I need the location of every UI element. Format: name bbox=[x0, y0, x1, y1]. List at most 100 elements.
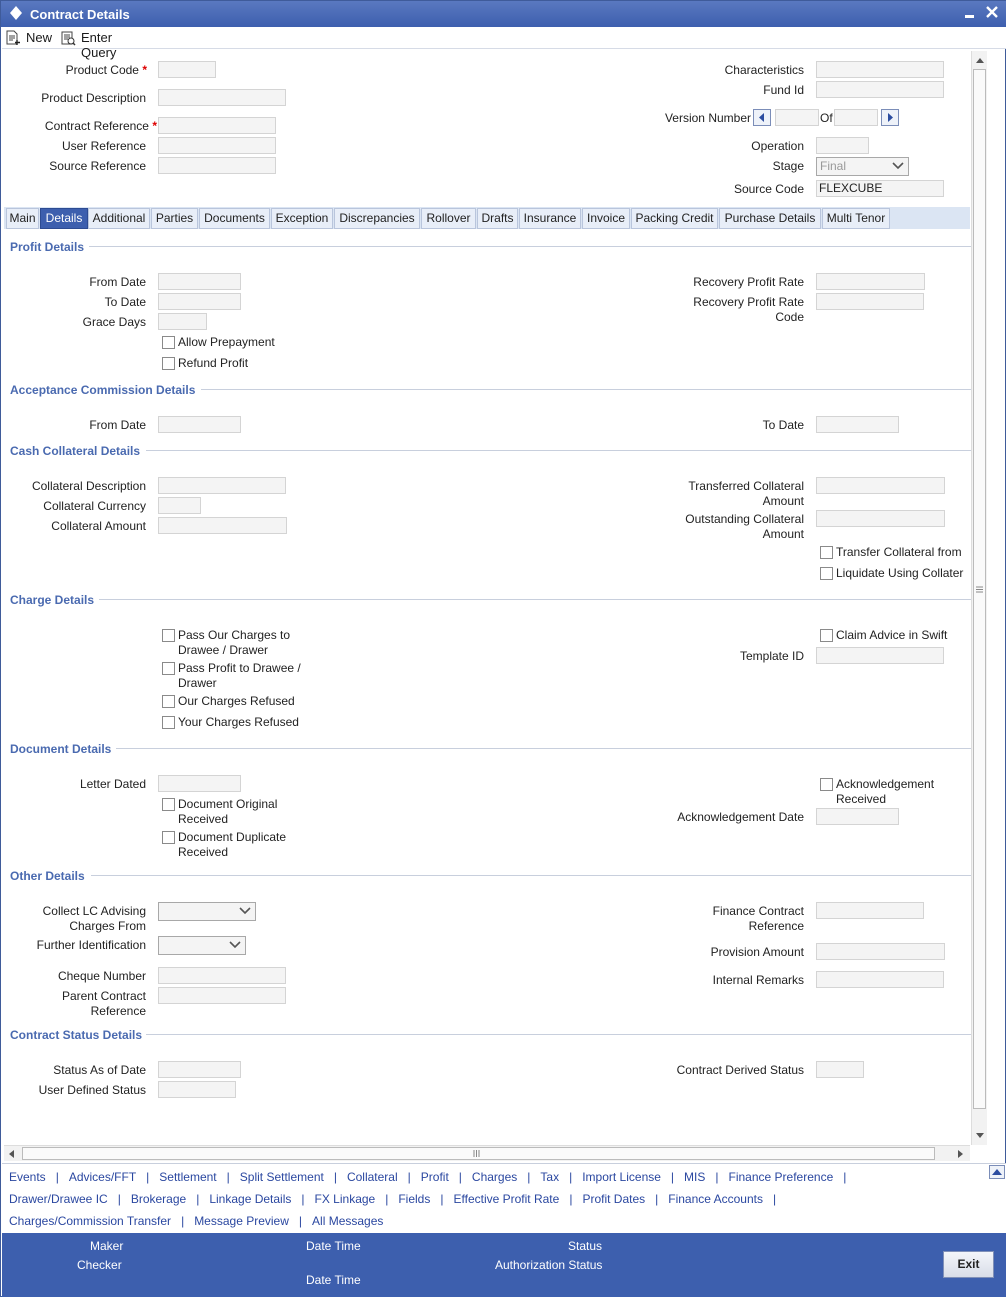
link-effective-profit-rate[interactable]: Effective Profit Rate bbox=[453, 1192, 559, 1206]
tab-packing-credit[interactable]: Packing Credit bbox=[631, 208, 718, 229]
link-charges[interactable]: Charges bbox=[472, 1170, 517, 1184]
collateral-currency-input[interactable] bbox=[158, 497, 201, 514]
link-message-preview[interactable]: Message Preview bbox=[194, 1214, 289, 1228]
acknowledgement-date-input[interactable] bbox=[816, 808, 899, 825]
user-reference-input[interactable] bbox=[158, 137, 276, 154]
user-defined-status-input[interactable] bbox=[158, 1081, 236, 1098]
transferred-collateral-amount-input[interactable] bbox=[816, 477, 945, 494]
grace-days-input[interactable] bbox=[158, 313, 207, 330]
enter-query-button[interactable]: Enter Query bbox=[60, 29, 150, 60]
pass-our-charges-checkbox[interactable] bbox=[162, 629, 175, 642]
our-charges-refused-checkbox[interactable] bbox=[162, 695, 175, 708]
tab-documents[interactable]: Documents bbox=[199, 208, 270, 229]
acceptance-to-date-input[interactable] bbox=[816, 416, 899, 433]
fund-id-input[interactable] bbox=[816, 81, 944, 98]
next-version-button[interactable] bbox=[881, 109, 899, 126]
liquidate-collateral-checkbox[interactable] bbox=[820, 567, 833, 580]
document-duplicate-checkbox[interactable] bbox=[162, 831, 175, 844]
source-code-input[interactable]: FLEXCUBE bbox=[816, 180, 944, 197]
minimize-icon[interactable] bbox=[963, 3, 977, 23]
pass-profit-checkbox[interactable] bbox=[162, 662, 175, 675]
template-id-input[interactable] bbox=[816, 647, 944, 664]
product-code-input[interactable] bbox=[158, 61, 216, 78]
close-icon[interactable] bbox=[984, 3, 1000, 23]
finance-contract-reference-input[interactable] bbox=[816, 902, 924, 919]
stage-select[interactable]: Final bbox=[816, 157, 909, 176]
profit-from-date-input[interactable] bbox=[158, 273, 241, 290]
cheque-number-input[interactable] bbox=[158, 967, 286, 984]
recovery-profit-rate-input[interactable] bbox=[816, 273, 925, 290]
product-description-input[interactable] bbox=[158, 89, 286, 106]
new-button[interactable]: New bbox=[5, 29, 55, 47]
link-brokerage[interactable]: Brokerage bbox=[131, 1192, 186, 1206]
collateral-description-input[interactable] bbox=[158, 477, 286, 494]
link-all-messages[interactable]: All Messages bbox=[312, 1214, 383, 1228]
vertical-scrollbar[interactable] bbox=[971, 51, 987, 1145]
recovery-profit-rate-code-input[interactable] bbox=[816, 293, 924, 310]
link-finance-preference[interactable]: Finance Preference bbox=[729, 1170, 834, 1184]
link-finance-accounts[interactable]: Finance Accounts bbox=[668, 1192, 763, 1206]
exit-button[interactable]: Exit bbox=[943, 1251, 994, 1278]
document-original-checkbox[interactable] bbox=[162, 798, 175, 811]
claim-advice-checkbox[interactable] bbox=[820, 629, 833, 642]
further-identification-select[interactable] bbox=[158, 936, 246, 955]
link-charges-commission-transfer[interactable]: Charges/Commission Transfer bbox=[9, 1214, 171, 1228]
your-charges-refused-checkbox[interactable] bbox=[162, 716, 175, 729]
tab-invoice[interactable]: Invoice bbox=[582, 208, 630, 229]
outstanding-collateral-amount-input[interactable] bbox=[816, 510, 945, 527]
link-fx-linkage[interactable]: FX Linkage bbox=[315, 1192, 376, 1206]
tab-additional[interactable]: Additional bbox=[88, 208, 150, 229]
status-as-of-date-input[interactable] bbox=[158, 1061, 241, 1078]
link-tax[interactable]: Tax bbox=[540, 1170, 559, 1184]
tab-exception[interactable]: Exception bbox=[271, 208, 333, 229]
scroll-up-icon[interactable] bbox=[975, 56, 985, 64]
link-drawer-drawee-ic[interactable]: Drawer/Drawee IC bbox=[9, 1192, 108, 1206]
provision-amount-input[interactable] bbox=[816, 943, 945, 960]
link-import-license[interactable]: Import License bbox=[582, 1170, 661, 1184]
letter-dated-input[interactable] bbox=[158, 775, 241, 792]
source-reference-input[interactable] bbox=[158, 157, 276, 174]
link-linkage-details[interactable]: Linkage Details bbox=[209, 1192, 291, 1206]
parent-contract-reference-input[interactable] bbox=[158, 987, 286, 1004]
previous-version-button[interactable] bbox=[753, 109, 771, 126]
version-total-input[interactable] bbox=[834, 109, 878, 126]
link-collateral[interactable]: Collateral bbox=[347, 1170, 398, 1184]
tab-details[interactable]: Details bbox=[40, 208, 88, 229]
link-mis[interactable]: MIS bbox=[684, 1170, 705, 1184]
collect-lc-advising-select[interactable] bbox=[158, 902, 256, 921]
allow-prepayment-checkbox[interactable] bbox=[162, 336, 175, 349]
transfer-collateral-checkbox[interactable] bbox=[820, 546, 833, 559]
link-events[interactable]: Events bbox=[9, 1170, 46, 1184]
operation-input[interactable] bbox=[816, 137, 869, 154]
profit-to-date-input[interactable] bbox=[158, 293, 241, 310]
link-fields[interactable]: Fields bbox=[398, 1192, 430, 1206]
version-number-input[interactable] bbox=[775, 109, 819, 126]
internal-remarks-input[interactable] bbox=[816, 971, 944, 988]
tab-parties[interactable]: Parties bbox=[151, 208, 198, 229]
other-details-title: Other Details bbox=[10, 869, 85, 883]
acknowledgement-received-checkbox[interactable] bbox=[820, 778, 833, 791]
tab-insurance[interactable]: Insurance bbox=[519, 208, 581, 229]
scroll-down-icon[interactable] bbox=[975, 1132, 985, 1140]
acceptance-from-date-input[interactable] bbox=[158, 416, 241, 433]
horizontal-scrollbar[interactable] bbox=[4, 1145, 970, 1161]
link-split-settlement[interactable]: Split Settlement bbox=[240, 1170, 324, 1184]
collateral-amount-input[interactable] bbox=[158, 517, 287, 534]
tab-multi-tenor[interactable]: Multi Tenor bbox=[822, 208, 890, 229]
scroll-right-icon[interactable] bbox=[957, 1149, 965, 1159]
scroll-left-icon[interactable] bbox=[7, 1149, 15, 1159]
contract-derived-status-input[interactable] bbox=[816, 1061, 864, 1078]
tab-drafts[interactable]: Drafts bbox=[477, 208, 518, 229]
tab-main[interactable]: Main bbox=[6, 208, 39, 229]
characteristics-input[interactable] bbox=[816, 61, 944, 78]
refund-profit-checkbox[interactable] bbox=[162, 357, 175, 370]
collapse-links-button[interactable] bbox=[989, 1165, 1005, 1179]
tab-purchase-details[interactable]: Purchase Details bbox=[719, 208, 821, 229]
link-settlement[interactable]: Settlement bbox=[159, 1170, 216, 1184]
contract-reference-input[interactable] bbox=[158, 117, 276, 134]
tab-discrepancies[interactable]: Discrepancies bbox=[334, 208, 420, 229]
link-profit[interactable]: Profit bbox=[421, 1170, 449, 1184]
link-profit-dates[interactable]: Profit Dates bbox=[582, 1192, 645, 1206]
link-advices-fft[interactable]: Advices/FFT bbox=[69, 1170, 136, 1184]
tab-rollover[interactable]: Rollover bbox=[421, 208, 476, 229]
